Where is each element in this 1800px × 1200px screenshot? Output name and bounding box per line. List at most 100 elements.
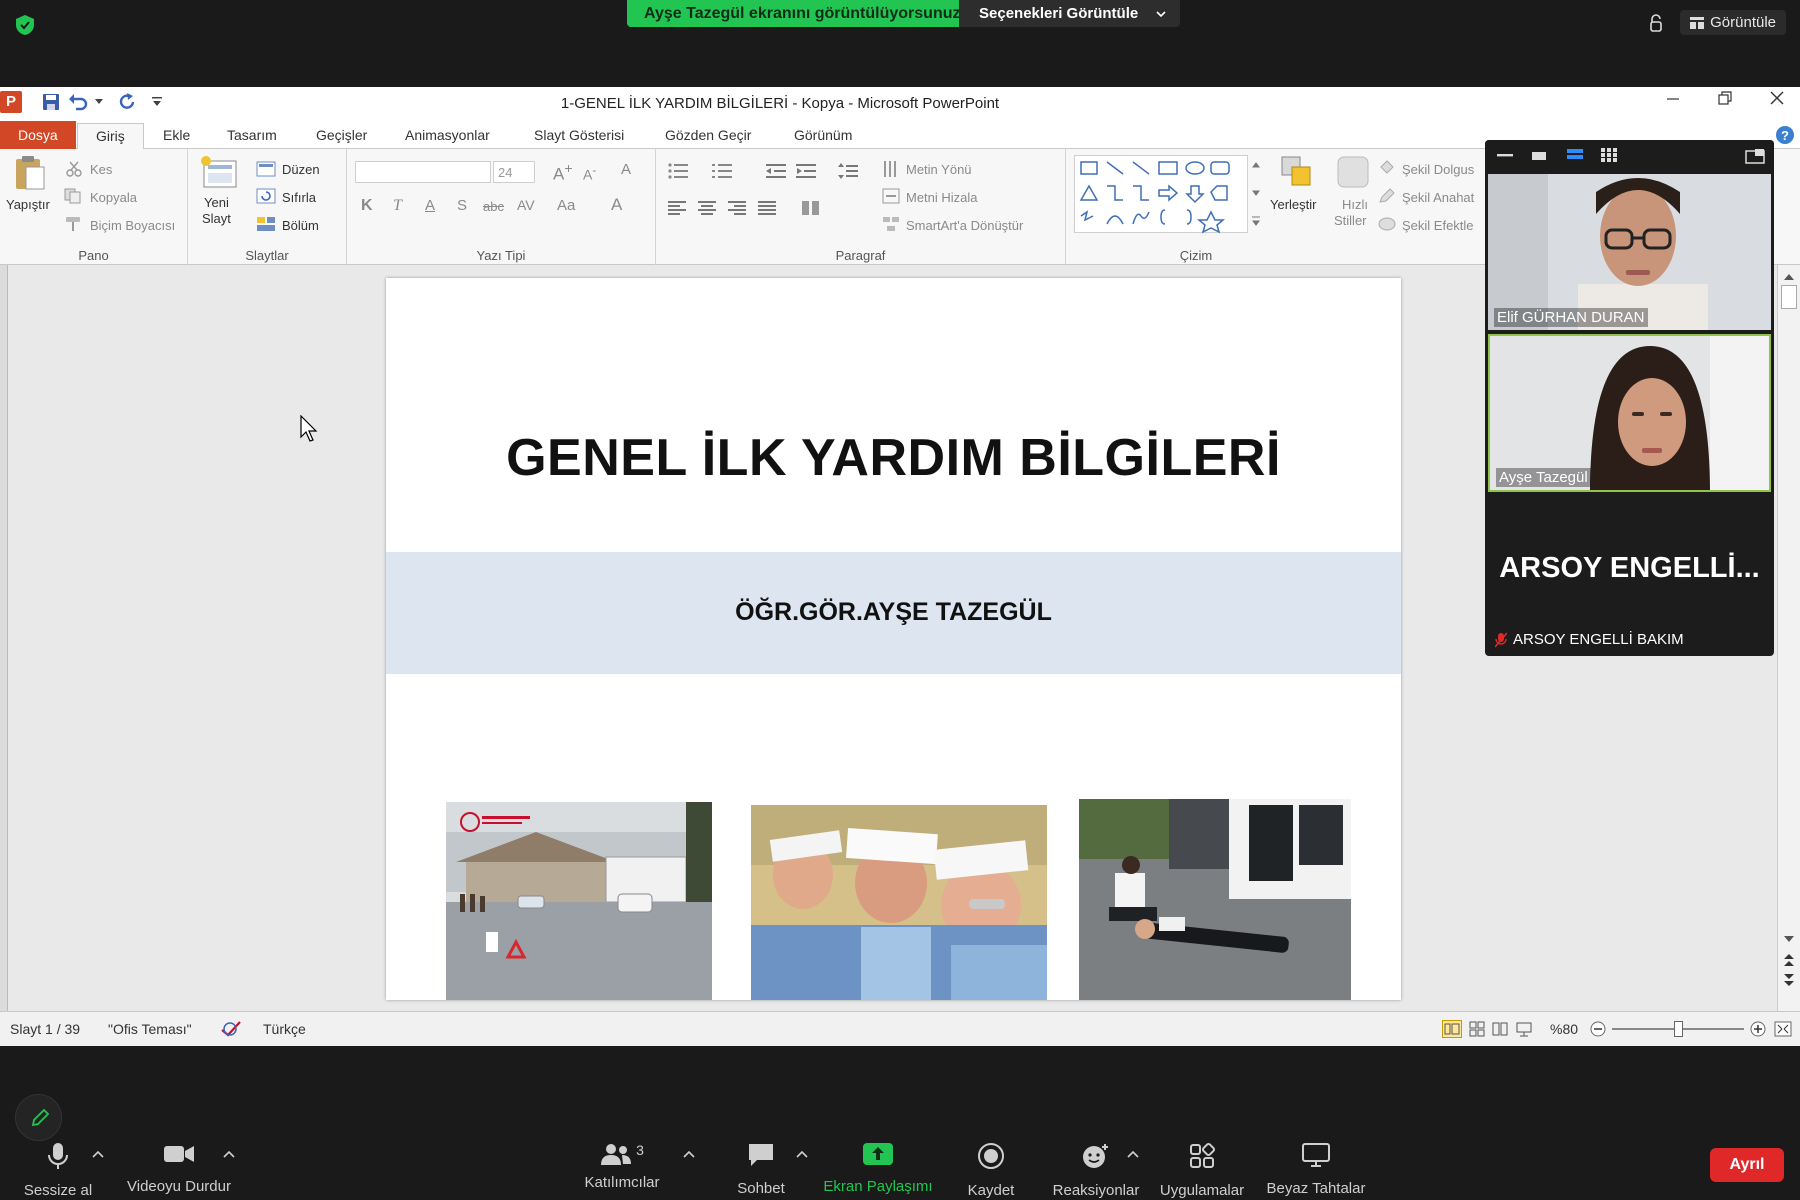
layout-button[interactable]: Düzen bbox=[282, 162, 320, 177]
strikethrough-button[interactable]: abc bbox=[483, 199, 504, 214]
align-left-icon[interactable] bbox=[668, 201, 686, 215]
font-size-box[interactable]: 24 bbox=[493, 161, 535, 183]
shape-outline-button[interactable]: Şekil Anahat bbox=[1402, 190, 1474, 205]
shrink-font-button[interactable]: A- bbox=[583, 164, 596, 183]
tab-file[interactable]: Dosya bbox=[0, 121, 76, 149]
tab-home[interactable]: Giriş bbox=[77, 123, 144, 150]
next-slide-icon[interactable] bbox=[1783, 973, 1795, 987]
decrease-indent-icon[interactable] bbox=[766, 163, 786, 179]
zoom-in-icon[interactable] bbox=[1750, 1021, 1766, 1037]
help-icon[interactable]: ? bbox=[1775, 125, 1795, 145]
slide-title[interactable]: GENEL İLK YARDIM BİLGİLERİ bbox=[386, 428, 1401, 488]
annotate-button[interactable] bbox=[15, 1094, 62, 1141]
apps-button[interactable]: Uygulamalar bbox=[1156, 1142, 1248, 1199]
shield-icon[interactable] bbox=[14, 14, 36, 36]
zoom-slider-thumb[interactable] bbox=[1674, 1021, 1683, 1037]
chat-caret-icon[interactable] bbox=[796, 1150, 808, 1158]
bold-button[interactable]: K bbox=[361, 197, 373, 215]
clear-formatting-button[interactable]: A bbox=[621, 161, 631, 178]
change-case-button[interactable]: Aa bbox=[557, 197, 575, 214]
participants-button[interactable]: 3 Katılımcılar bbox=[580, 1142, 664, 1191]
view-button[interactable]: Görüntüle bbox=[1680, 10, 1786, 35]
scroll-up-icon[interactable] bbox=[1783, 273, 1795, 281]
tab-review[interactable]: Gözden Geçir bbox=[647, 121, 769, 149]
italic-button[interactable]: T bbox=[393, 197, 402, 215]
format-painter-button[interactable]: Biçim Boyacısı bbox=[90, 218, 175, 233]
slide-counter[interactable]: Slayt 1 / 39 bbox=[10, 1021, 80, 1037]
char-spacing-button[interactable]: AV bbox=[517, 197, 535, 213]
mute-options-caret-icon[interactable] bbox=[92, 1150, 104, 1158]
zoom-percentage[interactable]: %80 bbox=[1550, 1021, 1578, 1037]
shapes-gallery[interactable] bbox=[1074, 155, 1248, 234]
fit-to-window-icon[interactable] bbox=[1774, 1021, 1792, 1037]
slideshow-view-icon[interactable] bbox=[1516, 1021, 1532, 1037]
participant-tile-2-active-speaker[interactable]: Ayşe Tazegül bbox=[1488, 334, 1771, 492]
shape-effects-button[interactable]: Şekil Efektle bbox=[1402, 218, 1474, 233]
text-direction-button[interactable]: Metin Yönü bbox=[906, 162, 972, 177]
participant-tile-3-label[interactable]: ARSOY ENGELLİ BAKIM bbox=[1495, 631, 1684, 648]
normal-view-icon[interactable] bbox=[1442, 1020, 1462, 1038]
slide-sorter-icon[interactable] bbox=[1469, 1021, 1485, 1037]
mute-button[interactable]: Sessize al bbox=[22, 1142, 94, 1199]
new-slide-button[interactable]: Yeni Slayt bbox=[200, 155, 244, 235]
minimize-panel-icon[interactable] bbox=[1497, 154, 1513, 158]
previous-slide-icon[interactable] bbox=[1783, 953, 1795, 967]
font-name-box[interactable] bbox=[355, 161, 491, 183]
font-color-button[interactable]: A bbox=[611, 195, 622, 215]
speaker-view-icon[interactable] bbox=[1531, 150, 1547, 162]
close-icon[interactable] bbox=[1770, 91, 1784, 105]
paste-button[interactable]: Yapıştır bbox=[4, 155, 56, 233]
shape-fill-button[interactable]: Şekil Dolgus bbox=[1402, 162, 1474, 177]
record-button[interactable]: Kaydet bbox=[958, 1142, 1024, 1199]
tab-slide-show[interactable]: Slayt Gösterisi bbox=[516, 121, 642, 149]
restore-icon[interactable] bbox=[1718, 91, 1732, 105]
justify-icon[interactable] bbox=[758, 201, 776, 215]
align-right-icon[interactable] bbox=[728, 201, 746, 215]
copy-button[interactable]: Kopyala bbox=[90, 190, 137, 205]
numbering-icon[interactable] bbox=[712, 163, 734, 179]
video-options-caret-icon[interactable] bbox=[223, 1150, 235, 1158]
slide-subtitle[interactable]: ÖĞR.GÖR.AYŞE TAZEGÜL bbox=[386, 598, 1401, 627]
tab-design[interactable]: Tasarım bbox=[209, 121, 295, 149]
grow-font-button[interactable]: A+ bbox=[553, 161, 573, 185]
tab-transitions[interactable]: Geçişler bbox=[298, 121, 385, 149]
strip-view-icon[interactable] bbox=[1567, 148, 1583, 162]
section-button[interactable]: Bölüm bbox=[282, 218, 319, 233]
tab-view[interactable]: Görünüm bbox=[776, 121, 870, 149]
scroll-thumb[interactable] bbox=[1781, 285, 1797, 309]
line-spacing-icon[interactable] bbox=[838, 163, 858, 179]
participants-caret-icon[interactable] bbox=[683, 1150, 695, 1158]
immersive-icon[interactable] bbox=[1648, 13, 1664, 33]
reactions-caret-icon[interactable] bbox=[1127, 1150, 1139, 1158]
thumbnail-pane-collapsed[interactable] bbox=[0, 265, 8, 1011]
language-indicator[interactable]: Türkçe bbox=[263, 1021, 306, 1037]
tab-insert[interactable]: Ekle bbox=[145, 121, 208, 149]
tab-animations[interactable]: Animasyonlar bbox=[387, 121, 508, 149]
theme-name[interactable]: "Ofis Teması" bbox=[108, 1021, 192, 1037]
underline-button[interactable]: A bbox=[425, 197, 435, 214]
increase-indent-icon[interactable] bbox=[796, 163, 816, 179]
align-center-icon[interactable] bbox=[698, 201, 716, 215]
scroll-down-icon[interactable] bbox=[1783, 935, 1795, 943]
whiteboards-button[interactable]: Beyaz Tahtalar bbox=[1262, 1142, 1370, 1197]
chat-button[interactable]: Sohbet bbox=[728, 1142, 794, 1197]
gallery-view-icon[interactable] bbox=[1601, 148, 1617, 162]
vertical-scrollbar[interactable] bbox=[1777, 265, 1800, 1011]
participant-tile-1[interactable]: Elif GÜRHAN DURAN bbox=[1488, 174, 1771, 330]
reset-button[interactable]: Sıfırla bbox=[282, 190, 316, 205]
gallery-more-icon[interactable] bbox=[1250, 155, 1262, 233]
stop-video-button[interactable]: Videoyu Durdur bbox=[120, 1142, 238, 1195]
shadow-button[interactable]: S bbox=[457, 197, 467, 214]
align-text-button[interactable]: Metni Hizala bbox=[906, 190, 978, 205]
arrange-button[interactable]: Yerleştir bbox=[1266, 155, 1326, 235]
photo-heat-exposure[interactable] bbox=[751, 805, 1047, 1000]
columns-icon[interactable] bbox=[802, 201, 820, 215]
view-options-button[interactable]: Seçenekleri Görüntüle bbox=[959, 0, 1181, 27]
convert-smartart-button[interactable]: SmartArt'a Dönüştür bbox=[906, 218, 1023, 233]
leave-meeting-button[interactable]: Ayrıl bbox=[1710, 1148, 1784, 1182]
photo-road-warning[interactable] bbox=[446, 802, 712, 1000]
photo-cpr-scene[interactable] bbox=[1079, 799, 1351, 1000]
reading-view-icon[interactable] bbox=[1492, 1021, 1508, 1037]
share-screen-button[interactable]: Ekran Paylaşımı bbox=[822, 1142, 934, 1195]
bullets-icon[interactable] bbox=[668, 163, 690, 179]
